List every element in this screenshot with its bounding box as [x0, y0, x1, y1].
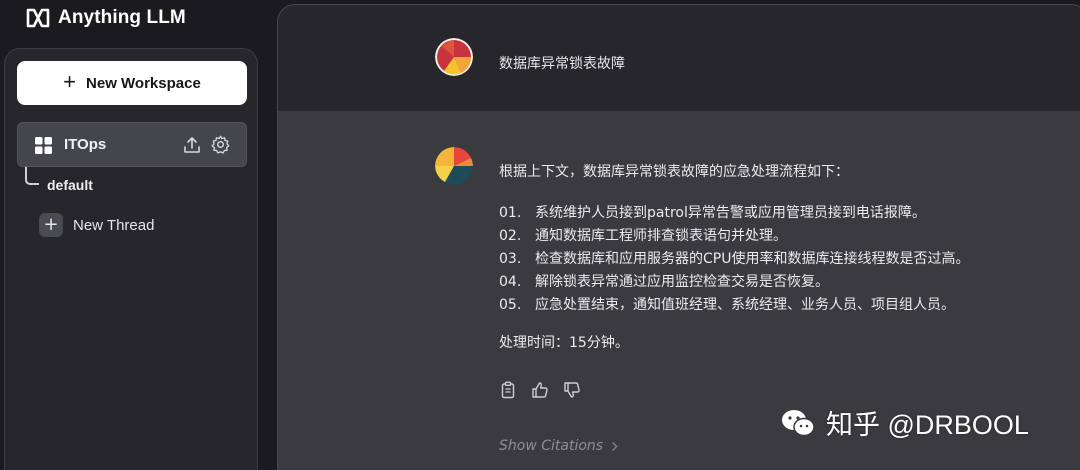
user-message-row: 数据库异常锁表故障: [278, 5, 1080, 111]
plus-icon: +: [63, 69, 77, 94]
new-thread-label: New Thread: [73, 216, 155, 234]
user-avatar: [435, 38, 473, 76]
step-number: 04.: [499, 274, 522, 290]
step-number: 02.: [499, 228, 522, 244]
watermark-text: 知乎 @DRBOOL: [826, 410, 1029, 440]
thread-item-default[interactable]: default: [47, 177, 93, 193]
plus-icon: +: [39, 213, 63, 237]
thumbs-down-icon[interactable]: [563, 381, 581, 399]
step-text: 系统维护人员接到patrol异常告警或应用管理员接到电话报障。: [535, 205, 926, 221]
show-citations-button[interactable]: Show Citations: [499, 438, 619, 454]
thread-branch-line: [25, 167, 39, 185]
assistant-message-text: 根据上下文，数据库异常锁表故障的应急处理流程如下： 01. 系统维护人员接到pa…: [499, 161, 969, 355]
step-number: 05.: [499, 297, 522, 313]
copy-icon[interactable]: [499, 381, 517, 399]
assistant-avatar: [435, 147, 473, 185]
workspace-name: ITOps: [64, 136, 107, 153]
step-text: 解除锁表异常通过应用监控检查交易是否恢复。: [535, 274, 829, 290]
list-item: 03. 检查数据库和应用服务器的CPU使用率和数据库连接线程数是否过高。: [499, 248, 969, 271]
list-item: 02. 通知数据库工程师排查锁表语句并处理。: [499, 225, 969, 248]
message-actions: [499, 381, 581, 399]
grid-icon: [35, 137, 52, 154]
show-citations-label: Show Citations: [499, 438, 604, 454]
watermark: 知乎 @DRBOOL: [780, 403, 1029, 442]
step-text: 通知数据库工程师排查锁表语句并处理。: [535, 228, 787, 244]
chevron-right-icon: [612, 441, 618, 451]
thumbs-up-icon[interactable]: [531, 381, 549, 399]
wechat-icon: [782, 409, 815, 436]
time-note: 处理时间：15分钟。: [499, 335, 629, 351]
step-number: 01.: [499, 205, 522, 221]
app-title: Anything LLM: [58, 7, 186, 28]
sidebar: + New Workspace ITOps default + New Thre…: [4, 48, 258, 470]
step-number: 03.: [499, 251, 522, 267]
chat-panel: 数据库异常锁表故障 根据上下文，数据库异常锁表故障的应急处理流程如下： 01. …: [277, 4, 1080, 470]
gear-icon[interactable]: [210, 134, 231, 155]
new-thread-button[interactable]: + New Thread: [39, 213, 154, 237]
reply-intro: 根据上下文，数据库异常锁表故障的应急处理流程如下：: [499, 164, 849, 180]
new-workspace-label: New Workspace: [86, 74, 201, 92]
step-text: 应急处置结束，通知值班经理、系统经理、业务人员、项目组人员。: [535, 297, 955, 313]
app-brand: Anything LLM: [26, 7, 186, 29]
list-item: 04. 解除锁表异常通过应用监控检查交易是否恢复。: [499, 271, 969, 294]
user-message-text: 数据库异常锁表故障: [499, 56, 625, 72]
list-item: 05. 应急处置结束，通知值班经理、系统经理、业务人员、项目组人员。: [499, 294, 969, 317]
anything-llm-logo-icon: [26, 8, 50, 28]
list-item: 01. 系统维护人员接到patrol异常告警或应用管理员接到电话报障。: [499, 202, 969, 225]
sidebar-item-workspace-itops[interactable]: ITOps: [17, 122, 247, 167]
upload-icon[interactable]: [182, 135, 202, 155]
new-workspace-button[interactable]: + New Workspace: [17, 61, 247, 105]
step-text: 检查数据库和应用服务器的CPU使用率和数据库连接线程数是否过高。: [535, 251, 970, 267]
